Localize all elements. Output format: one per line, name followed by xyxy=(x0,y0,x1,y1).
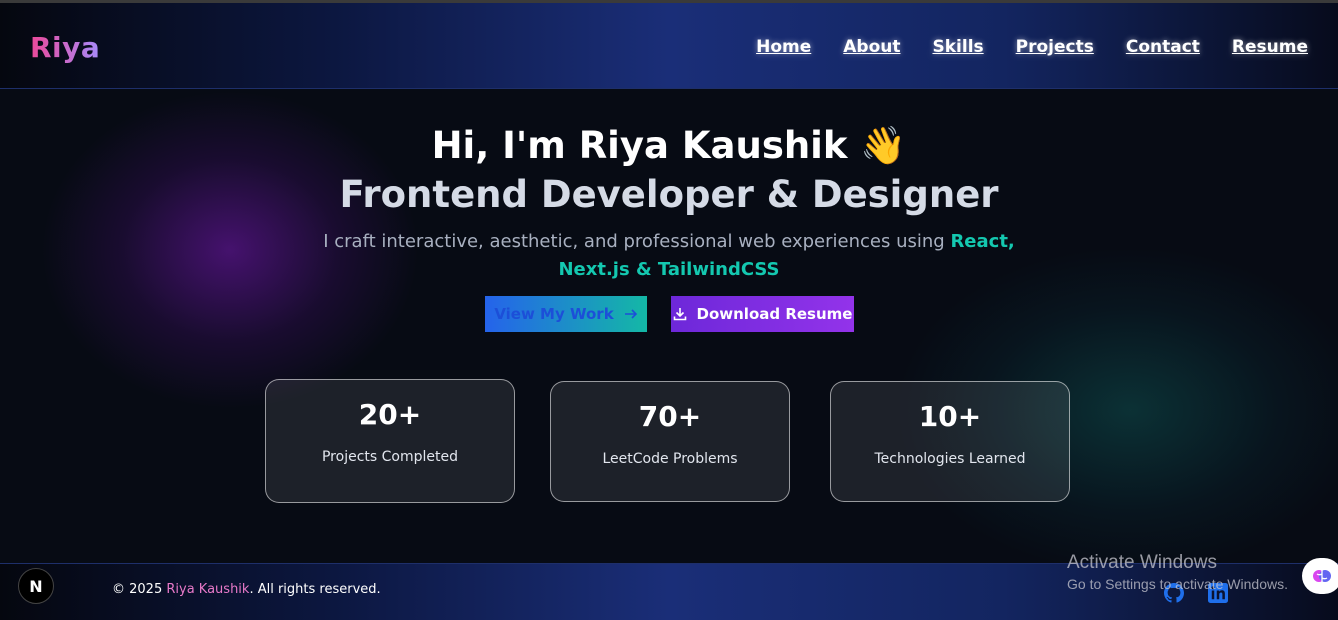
activate-title: Activate Windows xyxy=(1067,552,1217,573)
site-logo[interactable]: Riya xyxy=(30,31,100,64)
view-my-work-label: View My Work xyxy=(494,305,614,323)
nav-about[interactable]: About xyxy=(843,37,900,57)
assistant-button[interactable] xyxy=(1302,558,1338,594)
nav-contact[interactable]: Contact xyxy=(1126,37,1200,57)
copyright-name: Riya Kaushik xyxy=(166,582,250,597)
hero-role: Frontend Developer & Designer xyxy=(339,173,999,216)
stat-value: 70+ xyxy=(638,400,702,433)
stat-card-technologies: 10+ Technologies Learned xyxy=(830,381,1070,502)
nav-skills[interactable]: Skills xyxy=(932,37,983,57)
nextjs-badge[interactable]: N xyxy=(18,568,54,604)
activate-windows-watermark: Activate Windows Go to Settings to activ… xyxy=(1067,552,1288,592)
stat-value: 10+ xyxy=(918,400,982,433)
stat-card-projects: 20+ Projects Completed xyxy=(265,379,515,503)
nav-home[interactable]: Home xyxy=(756,37,811,57)
stat-label: LeetCode Problems xyxy=(602,451,738,467)
hero-greeting: Hi, I'm Riya Kaushik 👋 xyxy=(431,124,907,167)
hero-section: Hi, I'm Riya Kaushik 👋 Frontend Develope… xyxy=(0,120,1338,284)
download-resume-label: Download Resume xyxy=(696,305,853,323)
hero-intro-text: I craft interactive, aesthetic, and prof… xyxy=(323,231,951,252)
brain-icon xyxy=(1313,570,1331,582)
download-resume-button[interactable]: Download Resume xyxy=(671,296,854,332)
copyright-prefix: © 2025 xyxy=(112,582,167,597)
arrow-right-icon xyxy=(624,309,637,319)
stat-label: Technologies Learned xyxy=(874,451,1026,467)
stat-label: Projects Completed xyxy=(321,449,458,465)
hero-actions: View My Work Download Resume xyxy=(485,296,854,332)
view-my-work-button[interactable]: View My Work xyxy=(485,296,647,332)
activate-subtitle: Go to Settings to activate Windows. xyxy=(1067,576,1288,592)
main-nav: Home About Skills Projects Contact Resum… xyxy=(756,37,1308,57)
stat-card-leetcode: 70+ LeetCode Problems xyxy=(550,381,790,502)
nav-projects[interactable]: Projects xyxy=(1016,37,1094,57)
nav-resume[interactable]: Resume xyxy=(1232,37,1308,57)
copyright-suffix: . All rights reserved. xyxy=(249,582,381,597)
site-header: Riya Home About Skills Projects Contact … xyxy=(0,3,1338,89)
stat-value: 20+ xyxy=(358,398,422,431)
download-icon xyxy=(673,308,686,321)
hero-intro: I craft interactive, aesthetic, and prof… xyxy=(319,228,1019,284)
copyright-text: © 2025 Riya Kaushik. All rights reserved… xyxy=(112,582,381,597)
